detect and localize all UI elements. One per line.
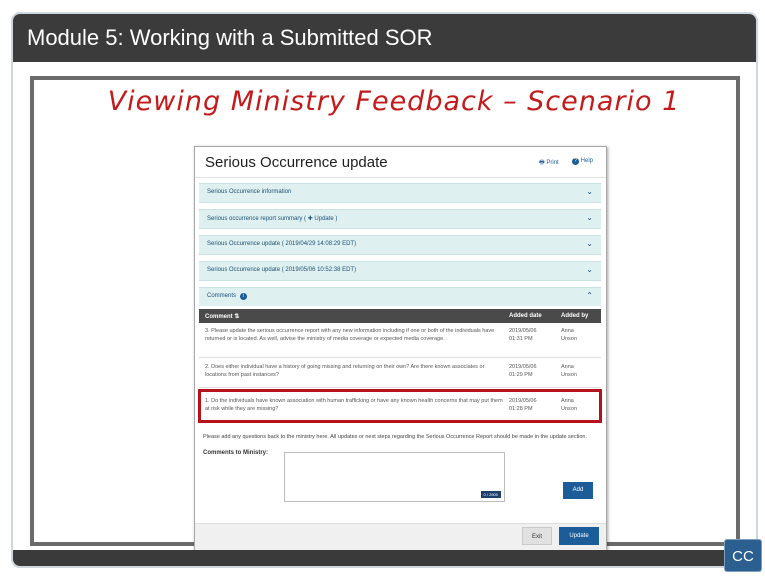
chevron-down-icon: ⌄ bbox=[586, 213, 593, 222]
print-link[interactable]: 🖶 Print bbox=[539, 158, 559, 168]
comments-label: Comments i bbox=[207, 293, 247, 300]
accordion-occurrence-information[interactable]: Serious Occurrence information ⌄ bbox=[199, 183, 601, 203]
added-by-cell: Anna Unson bbox=[561, 328, 577, 342]
accordion-comments[interactable]: Comments i ⌃ bbox=[199, 287, 601, 306]
help-icon: ? bbox=[572, 158, 579, 165]
col-comment[interactable]: Comment ⇅ bbox=[205, 313, 239, 320]
added-by-cell: Anna Unson bbox=[561, 364, 577, 378]
instructions-text: Please add any questions back to the min… bbox=[203, 434, 588, 440]
highlight-box bbox=[198, 389, 602, 423]
accordion-label: Serious occurrence report summary ( ✚ Up… bbox=[207, 216, 338, 222]
date-cell: 2019/05/06 01:31 PM bbox=[509, 328, 537, 342]
exit-button[interactable]: Exit bbox=[522, 527, 552, 545]
comment-cell: 3. Please update the serious occurrence … bbox=[205, 328, 495, 342]
print-icon: 🖶 bbox=[539, 160, 545, 166]
help-link[interactable]: ? Help bbox=[570, 158, 593, 165]
player-bottom-bar bbox=[13, 550, 756, 566]
comments-to-ministry-input[interactable]: 0 / 2500 bbox=[284, 452, 505, 502]
info-icon: i bbox=[239, 293, 247, 300]
accordion-label: Serious Occurrence update ( 2019/04/29 1… bbox=[207, 241, 357, 247]
accordion-update-2019-05-06[interactable]: Serious Occurrence update ( 2019/05/06 1… bbox=[199, 261, 601, 281]
update-button[interactable]: Update bbox=[559, 527, 599, 545]
accordion-report-summary[interactable]: Serious occurrence report summary ( ✚ Up… bbox=[199, 209, 601, 229]
screen-title: Serious Occurrence update bbox=[205, 154, 388, 171]
screen-header: Serious Occurrence update 🖶 Print ? Help bbox=[195, 147, 606, 178]
col-added-date[interactable]: Added date bbox=[509, 313, 542, 319]
accordion-update-2019-04-29[interactable]: Serious Occurrence update ( 2019/04/29 1… bbox=[199, 235, 601, 255]
sort-icon: ⇅ bbox=[234, 314, 240, 320]
slide-content: Viewing Ministry Feedback – Scenario 1 S… bbox=[30, 76, 740, 552]
add-button[interactable]: Add bbox=[563, 482, 593, 499]
col-added-by[interactable]: Added by bbox=[561, 313, 588, 319]
accordion-label: Serious Occurrence information bbox=[207, 189, 292, 195]
accordion-label: Serious Occurrence update ( 2019/05/06 1… bbox=[207, 267, 357, 273]
slide-title: Viewing Ministry Feedback – Scenario 1 bbox=[107, 86, 681, 117]
chevron-down-icon: ⌄ bbox=[586, 265, 593, 274]
table-row: 2. Does either individual have a history… bbox=[199, 359, 601, 388]
closed-captions-button[interactable]: CC bbox=[724, 539, 762, 572]
date-cell: 2019/05/06 01:29 PM bbox=[509, 364, 537, 378]
player-frame: Module 5: Working with a Submitted SOR V… bbox=[11, 12, 758, 568]
comment-cell: 2. Does either individual have a history… bbox=[205, 364, 485, 378]
screenshot-panel: Serious Occurrence update 🖶 Print ? Help… bbox=[194, 146, 607, 552]
comments-to-ministry-label: Comments to Ministry: bbox=[203, 450, 269, 456]
chevron-down-icon: ⌄ bbox=[586, 187, 593, 196]
table-row: 3. Please update the serious occurrence … bbox=[199, 323, 601, 358]
module-title: Module 5: Working with a Submitted SOR bbox=[13, 14, 756, 62]
chevron-up-icon: ⌃ bbox=[586, 291, 593, 300]
comments-table-header: Comment ⇅ Added date Added by bbox=[199, 309, 601, 323]
chevron-down-icon: ⌄ bbox=[586, 239, 593, 248]
char-counter: 0 / 2500 bbox=[480, 491, 501, 498]
